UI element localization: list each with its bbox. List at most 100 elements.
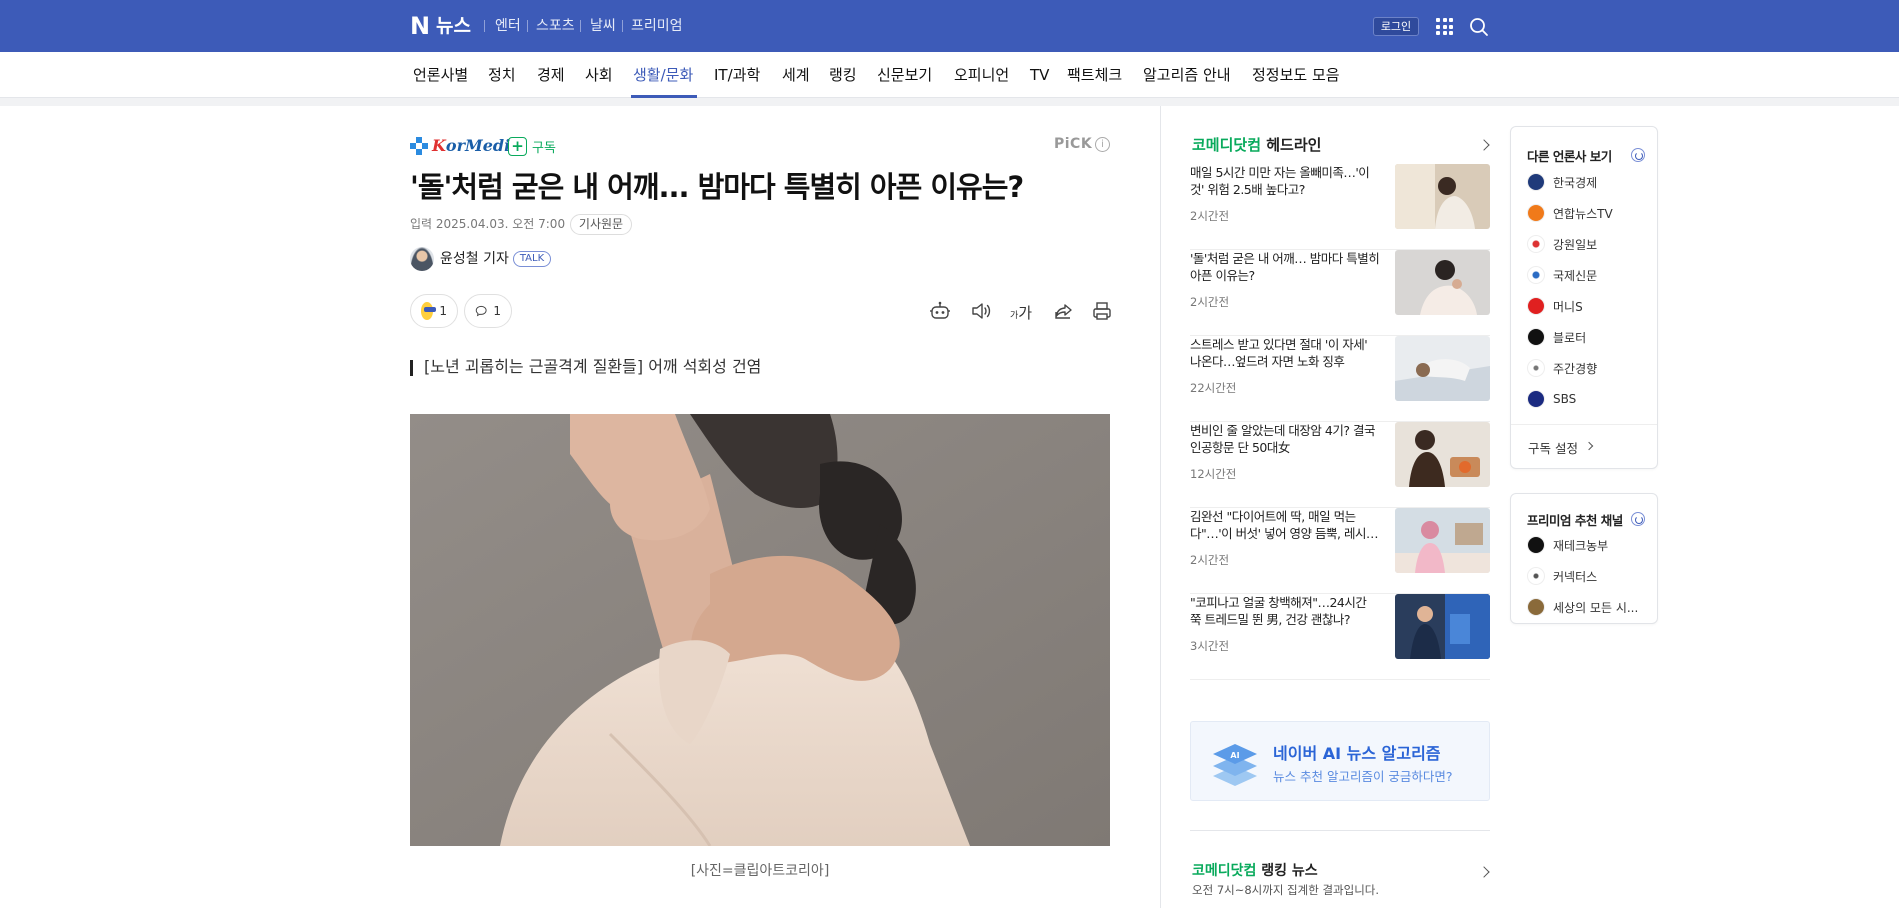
category-tv[interactable]: TV	[1030, 65, 1049, 85]
category-opinion[interactable]: 오피니언	[954, 65, 1009, 85]
svg-text:AI: AI	[1230, 751, 1239, 760]
refresh-icon[interactable]	[1631, 512, 1645, 526]
press-logo-icon	[1527, 359, 1545, 377]
ai-algorithm-banner[interactable]: AI 네이버 AI 뉴스 알고리즘 뉴스 추천 알고리즘이 궁금하다면?	[1190, 721, 1490, 801]
subscribe-button[interactable]: + 구독	[508, 136, 556, 156]
headline-title[interactable]: '돌'처럼 굳은 내 어깨… 밤마다 특별히 아픈 이유는?	[1190, 250, 1380, 284]
press-item[interactable]: 블로터	[1527, 328, 1586, 346]
premium-channel-item[interactable]: 커넥터스	[1527, 567, 1597, 585]
headline-title[interactable]: 스트레스 받고 있다면 절대 '이 자세' 나온다…엎드려 자면 노화 징후	[1190, 336, 1380, 370]
category-life-culture[interactable]: 생활/문화	[633, 65, 693, 85]
divider	[580, 20, 581, 32]
chevron-right-icon[interactable]	[1478, 866, 1490, 878]
category-economy[interactable]: 경제	[537, 65, 565, 85]
news-logo[interactable]: 뉴스	[436, 14, 471, 38]
service-link-sports[interactable]: 스포츠	[536, 17, 575, 35]
category-factcheck[interactable]: 팩트체크	[1067, 65, 1122, 85]
section-divider	[1190, 830, 1490, 831]
category-society[interactable]: 사회	[585, 65, 613, 85]
app-grid-icon[interactable]	[1436, 18, 1453, 35]
category-it-science[interactable]: IT/과학	[714, 65, 760, 85]
headline-item[interactable]: '돌'처럼 굳은 내 어깨… 밤마다 특별히 아픈 이유는? 2시간전	[1190, 250, 1490, 336]
headline-time: 22시간전	[1190, 381, 1237, 395]
press-logo-icon	[1527, 235, 1545, 253]
robot-summary-icon[interactable]	[929, 300, 951, 322]
headline-item[interactable]: 김완선 "다이어트에 딱, 매일 먹는다"…'이 버섯' 넣어 영양 듬뿍, 레…	[1190, 508, 1490, 594]
ranking-section-title[interactable]: 코메디닷컴 랭킹 뉴스	[1192, 860, 1318, 880]
premium-channel-item[interactable]: 세상의 모든 시...	[1527, 598, 1638, 616]
press-item[interactable]: 강원일보	[1527, 235, 1597, 253]
ai-banner-title: 네이버 AI 뉴스 알고리즘	[1273, 744, 1441, 763]
headline-section-title[interactable]: 코메디닷컴 헤드라인	[1192, 135, 1321, 155]
divider	[622, 20, 623, 32]
category-press[interactable]: 언론사별	[413, 65, 468, 85]
subscription-settings-link[interactable]: 구독 설정	[1528, 438, 1578, 457]
audio-icon[interactable]	[970, 300, 992, 322]
headline-title[interactable]: 김완선 "다이어트에 딱, 매일 먹는다"…'이 버섯' 넣어 영양 듬뿍, 레…	[1190, 508, 1380, 542]
font-size-icon[interactable]: 가가	[1010, 302, 1038, 324]
category-algorithm[interactable]: 알고리즘 안내	[1143, 65, 1231, 85]
talk-badge[interactable]: TALK	[513, 251, 551, 267]
service-link-premium[interactable]: 프리미엄	[631, 17, 683, 35]
press-item[interactable]: 연합뉴스TV	[1527, 204, 1613, 222]
comment-count: 1	[493, 304, 501, 318]
headline-thumbnail[interactable]	[1395, 422, 1490, 487]
headline-item[interactable]: 스트레스 받고 있다면 절대 '이 자세' 나온다…엎드려 자면 노화 징후 2…	[1190, 336, 1490, 422]
category-newspaper[interactable]: 신문보기	[877, 65, 932, 85]
headline-thumbnail[interactable]	[1395, 250, 1490, 315]
service-link-weather[interactable]: 날씨	[590, 17, 616, 35]
reaction-count: 1	[439, 304, 447, 318]
headline-thumbnail[interactable]	[1395, 594, 1490, 659]
press-item[interactable]: 한국경제	[1527, 173, 1597, 191]
reporter-avatar[interactable]	[410, 247, 434, 271]
chevron-right-icon[interactable]	[1478, 139, 1490, 151]
headline-thumbnail[interactable]	[1395, 164, 1490, 229]
chevron-right-icon[interactable]	[1584, 441, 1594, 451]
headline-title[interactable]: 매일 5시간 미만 자는 올빼미족…'이것' 위험 2.5배 높다고?	[1190, 164, 1380, 198]
subtitle-bar	[410, 360, 413, 376]
reporter-name[interactable]: 윤성철 기자	[440, 250, 509, 268]
press-item[interactable]: 국제신문	[1527, 266, 1597, 284]
premium-channel-card: 프리미엄 추천 채널 재테크농부 커넥터스 세상의 모든 시...	[1510, 493, 1658, 624]
original-article-button[interactable]: 기사원문	[570, 214, 632, 235]
headline-title[interactable]: "코피나고 얼굴 창백해져"…24시간 쭉 트레드밀 뛴 男, 건강 괜찮나?	[1190, 594, 1380, 628]
press-item[interactable]: 머니S	[1527, 297, 1583, 315]
column-divider	[1160, 106, 1161, 908]
login-button[interactable]: 로그인	[1373, 17, 1419, 36]
article-date: 입력 2025.04.03. 오전 7:00	[410, 217, 566, 231]
other-press-title: 다른 언론사 보기	[1527, 149, 1612, 164]
press-item[interactable]: SBS	[1527, 390, 1576, 408]
category-politics[interactable]: 정치	[488, 65, 516, 85]
pick-label: PiCK	[1054, 136, 1093, 152]
headline-thumbnail[interactable]	[1395, 508, 1490, 573]
header-separator	[0, 98, 1899, 106]
press-logo-text: KorMedi	[432, 136, 511, 155]
reaction-button[interactable]: 1	[410, 294, 458, 328]
category-ranking[interactable]: 랭킹	[829, 65, 857, 85]
headline-time: 2시간전	[1190, 209, 1230, 223]
service-link-entertain[interactable]: 엔터	[495, 17, 521, 35]
headline-thumbnail[interactable]	[1395, 336, 1490, 401]
premium-channel-item[interactable]: 재테크농부	[1527, 536, 1608, 554]
headline-time: 2시간전	[1190, 553, 1230, 567]
print-icon[interactable]	[1091, 300, 1113, 322]
category-corrections[interactable]: 정정보도 모음	[1252, 65, 1340, 85]
headline-item[interactable]: "코피나고 얼굴 창백해져"…24시간 쭉 트레드밀 뛴 男, 건강 괜찮나? …	[1190, 594, 1490, 680]
article-subtitle: [노년 괴롭히는 근골격계 질환들] 어깨 석회성 건염	[424, 357, 762, 376]
headline-item[interactable]: 변비인 줄 알았는데 대장암 4기? 결국 인공항문 단 50대女 12시간전	[1190, 422, 1490, 508]
headline-title[interactable]: 변비인 줄 알았는데 대장암 4기? 결국 인공항문 단 50대女	[1190, 422, 1380, 456]
article-photo	[410, 414, 1110, 846]
press-item[interactable]: 주간경향	[1527, 359, 1597, 377]
refresh-icon[interactable]	[1631, 148, 1645, 162]
headline-item[interactable]: 매일 5시간 미만 자는 올빼미족…'이것' 위험 2.5배 높다고? 2시간전	[1190, 164, 1490, 250]
search-icon[interactable]	[1468, 16, 1490, 38]
share-icon[interactable]	[1053, 300, 1075, 322]
comment-button[interactable]: 1	[464, 294, 512, 328]
category-world[interactable]: 세계	[782, 65, 810, 85]
kormedi-logo-icon	[410, 137, 428, 155]
naver-logo[interactable]: N	[410, 14, 430, 38]
ranking-subtitle: 오전 7시~8시까지 집계한 결과입니다.	[1192, 883, 1380, 897]
info-icon[interactable]: i	[1095, 137, 1110, 152]
naver-news-page: N 뉴스 엔터 스포츠 날씨 프리미엄 로그인 언론사별 정치 경제 사회 생활…	[0, 0, 1899, 908]
top-bar: N 뉴스 엔터 스포츠 날씨 프리미엄 로그인	[0, 0, 1899, 52]
